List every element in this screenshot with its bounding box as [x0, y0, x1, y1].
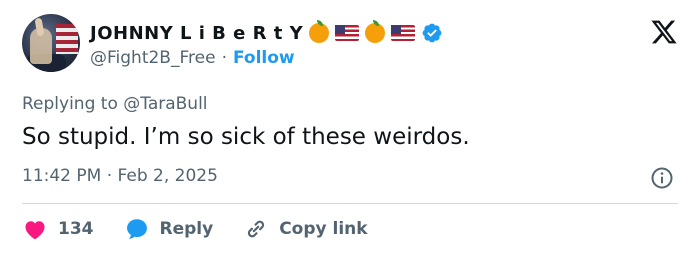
author-handle-row: @Fight2B_Free · Follow: [90, 48, 295, 68]
divider: [22, 203, 678, 204]
reply-bubble-icon: [126, 219, 147, 239]
like-button[interactable]: 134: [22, 216, 94, 242]
author-name-row: JOHNNY L i B e R t Y: [90, 20, 443, 46]
author-display-name[interactable]: JOHNNY L i B e R t Y: [90, 23, 303, 44]
copy-link-label: Copy link: [279, 219, 368, 239]
follow-button[interactable]: Follow: [233, 48, 295, 68]
separator-dot: ·: [221, 48, 227, 68]
x-logo-icon[interactable]: [650, 18, 678, 46]
verified-badge-icon: [422, 23, 442, 43]
tweet-timestamp[interactable]: 11:42 PM · Feb 2, 2025: [22, 166, 218, 186]
replying-to-prefix: Replying to: [22, 94, 118, 114]
tweet-text: So stupid. I’m so sick of these weirdos.: [22, 124, 470, 150]
heart-icon: [25, 221, 45, 240]
reply-label: Reply: [159, 219, 214, 239]
action-bar: 134 Reply Copy link: [22, 214, 398, 244]
copy-link-button[interactable]: Copy link: [243, 216, 368, 242]
info-icon[interactable]: [650, 166, 674, 190]
author-handle[interactable]: @Fight2B_Free: [90, 48, 216, 68]
reply-button[interactable]: Reply: [124, 216, 214, 242]
replying-to-line: Replying to @TaraBull: [22, 94, 208, 114]
orange-emoji-icon: [365, 20, 386, 43]
us-flag-emoji-icon: [391, 25, 416, 41]
orange-emoji-icon: [309, 20, 330, 43]
like-count: 134: [58, 219, 94, 239]
avatar-flag: [56, 24, 78, 54]
us-flag-emoji-icon: [335, 25, 360, 41]
avatar[interactable]: [22, 14, 80, 72]
replying-to-mention[interactable]: @TaraBull: [123, 94, 207, 114]
link-icon: [248, 220, 265, 238]
